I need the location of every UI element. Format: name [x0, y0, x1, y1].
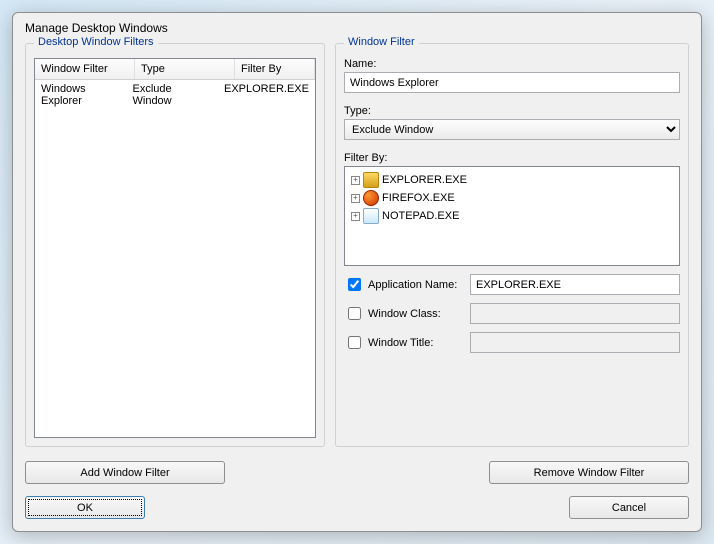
manage-desktop-windows-dialog: Manage Desktop Windows Desktop Window Fi… — [12, 12, 702, 532]
app-icon — [363, 190, 379, 206]
col-window-filter[interactable]: Window Filter — [35, 59, 135, 79]
window-title-input — [470, 332, 680, 353]
tree-expand-icon[interactable]: + — [351, 176, 360, 185]
window-class-input — [470, 303, 680, 324]
application-name-row: Application Name: — [344, 274, 680, 295]
cancel-button[interactable]: Cancel — [569, 496, 689, 519]
application-name-label: Application Name: — [368, 279, 457, 291]
table-cell: Windows Explorer — [35, 80, 127, 110]
window-title-checkbox[interactable] — [348, 336, 361, 349]
window-class-label: Window Class: — [368, 308, 441, 320]
left-group-title: Desktop Window Filters — [34, 36, 158, 48]
tree-item[interactable]: + NOTEPAD.EXE — [349, 207, 675, 225]
window-title-label: Window Title: — [368, 337, 433, 349]
ok-button[interactable]: OK — [25, 496, 145, 519]
table-cell: Exclude Window — [127, 80, 219, 110]
add-window-filter-button[interactable]: Add Window Filter — [25, 461, 225, 484]
table-header: Window Filter Type Filter By — [35, 59, 315, 80]
right-group-title: Window Filter — [344, 36, 419, 48]
tree-item-label: FIREFOX.EXE — [382, 192, 455, 204]
app-icon — [363, 208, 379, 224]
window-class-row: Window Class: — [344, 303, 680, 324]
type-select[interactable]: Exclude Window — [344, 119, 680, 140]
tree-item-label: NOTEPAD.EXE — [382, 210, 459, 222]
type-label: Type: — [344, 105, 680, 117]
tree-item[interactable]: + EXPLORER.EXE — [349, 171, 675, 189]
application-name-input[interactable] — [470, 274, 680, 295]
table-cell: EXPLORER.EXE — [218, 80, 315, 110]
filter-by-tree[interactable]: + EXPLORER.EXE + FIREFOX.EXE + NOTEPAD.EXE — [344, 166, 680, 266]
desktop-window-filters-group: Desktop Window Filters Window Filter Typ… — [25, 43, 325, 447]
name-input[interactable] — [344, 72, 680, 93]
table-row[interactable]: Windows ExplorerExclude WindowEXPLORER.E… — [35, 80, 315, 110]
application-name-checkbox[interactable] — [348, 278, 361, 291]
app-icon — [363, 172, 379, 188]
window-title-row: Window Title: — [344, 332, 680, 353]
tree-expand-icon[interactable]: + — [351, 212, 360, 221]
tree-item-label: EXPLORER.EXE — [382, 174, 467, 186]
window-class-checkbox[interactable] — [348, 307, 361, 320]
name-label: Name: — [344, 58, 680, 70]
tree-expand-icon[interactable]: + — [351, 194, 360, 203]
filter-by-label: Filter By: — [344, 152, 680, 164]
col-filter-by[interactable]: Filter By — [235, 59, 315, 79]
window-filter-group: Window Filter Name: Type: Exclude Window… — [335, 43, 689, 447]
remove-window-filter-button[interactable]: Remove Window Filter — [489, 461, 689, 484]
tree-item[interactable]: + FIREFOX.EXE — [349, 189, 675, 207]
col-type[interactable]: Type — [135, 59, 235, 79]
filters-table[interactable]: Window Filter Type Filter By Windows Exp… — [34, 58, 316, 438]
